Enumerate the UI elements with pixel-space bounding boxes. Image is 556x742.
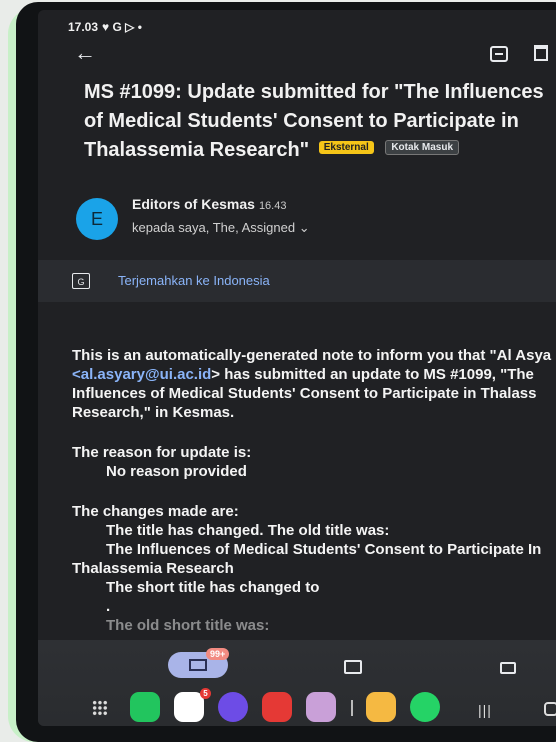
body-line: Influences of Medical Students' Consent …: [72, 385, 537, 402]
messages-app-icon[interactable]: [174, 692, 204, 722]
phone-frame: 17.03 ♥ G ▷ • ← MS #1099: Update submitt…: [16, 2, 556, 742]
body-line: This is an automatically-generated note …: [72, 347, 552, 364]
status-indicators: ♥ G ▷ •: [102, 20, 142, 34]
recipients-toggle[interactable]: kepada saya, The, Assigned ⌄: [132, 220, 310, 236]
mail-icon: [189, 659, 207, 671]
body-line: <al.asyary@ui.ac.id> has submitted an up…: [72, 365, 534, 384]
external-label: Eksternal: [318, 141, 374, 155]
old-title-cont: Thalassemia Research: [72, 560, 234, 577]
translate-icon: G: [72, 273, 90, 289]
change-item: The old short title was:: [106, 617, 270, 634]
body-line: Research," in Kesmas.: [72, 404, 235, 421]
phone-app-icon[interactable]: [130, 692, 160, 722]
recent-apps-icon[interactable]: |||: [478, 702, 492, 718]
reason-value: No reason provided: [106, 463, 247, 480]
sender-name: Editors of Kesmas: [132, 196, 255, 212]
chat-icon[interactable]: [344, 660, 362, 674]
reason-heading: The reason for update is:: [72, 444, 252, 461]
internet-app-icon[interactable]: [218, 692, 248, 722]
changes-heading: The changes made are:: [72, 503, 239, 520]
status-time: 17.03: [68, 20, 99, 34]
home-icon[interactable]: [544, 702, 556, 716]
subject-text: MS #1099: Update submitted for "The Infl…: [84, 81, 544, 161]
short-title-value: .: [106, 598, 111, 615]
whatsapp-icon[interactable]: [410, 692, 440, 722]
change-item: The title has changed. The old title was…: [106, 522, 390, 539]
dock-divider: [351, 700, 353, 716]
gmail-screen: 17.03 ♥ G ▷ • ← MS #1099: Update submitt…: [38, 10, 556, 726]
email-toolbar: ←: [38, 40, 556, 76]
app-drawer-icon[interactable]: [92, 700, 108, 716]
inbox-label[interactable]: Kotak Masuk: [385, 140, 460, 156]
meet-icon[interactable]: [500, 662, 516, 674]
delete-icon[interactable]: [534, 45, 548, 61]
back-arrow-icon[interactable]: ←: [74, 40, 96, 66]
folder-app-icon[interactable]: [306, 692, 336, 722]
sender-avatar[interactable]: E: [76, 198, 118, 240]
unread-badge: 99+: [206, 648, 230, 660]
email-subject: MS #1099: Update submitted for "The Infl…: [84, 78, 556, 165]
sender-line: Editors of Kesmas 16.43: [132, 196, 286, 212]
archive-icon[interactable]: [490, 46, 508, 62]
messages-badge: 5: [200, 688, 211, 699]
sender-email-link[interactable]: <al.asyary@ui.ac.id: [72, 366, 211, 383]
notes-app-icon[interactable]: [262, 692, 292, 722]
app-dock: 5 |||: [38, 688, 556, 726]
old-title: The Influences of Medical Students' Cons…: [106, 541, 542, 558]
body-text: > has submitted an update to MS #1099, "…: [211, 366, 534, 383]
change-item: The short title has changed to: [106, 579, 320, 596]
files-app-icon[interactable]: [366, 692, 396, 722]
sent-time: 16.43: [258, 200, 287, 212]
translate-bar: G Terjemahkan ke Indonesia: [38, 260, 556, 302]
status-bar: 17.03 ♥ G ▷ •: [68, 18, 142, 36]
translate-link[interactable]: Terjemahkan ke Indonesia: [118, 273, 270, 288]
